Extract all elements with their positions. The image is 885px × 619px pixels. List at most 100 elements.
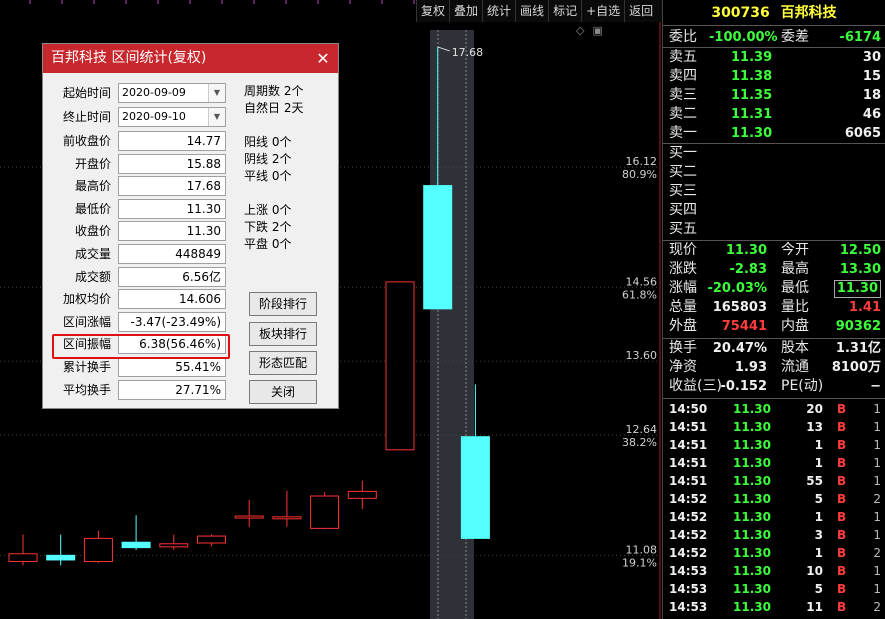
candle-7[interactable] — [272, 490, 302, 527]
stat-label-right: 流通 — [781, 359, 809, 375]
stat-text-2: 阳线 0个 — [244, 135, 292, 149]
bid-label: 买二 — [669, 164, 697, 180]
window-icon[interactable]: ▣ — [592, 24, 602, 37]
stat-label-right: PE(动) — [781, 378, 824, 394]
pct-label-0: 80.9% — [622, 168, 657, 181]
tick-time: 14:53 — [669, 582, 708, 596]
ask-price: 11.30 — [731, 126, 773, 141]
tick-volume: 3 — [814, 528, 823, 542]
tick-row: 14:51 11.30 55 B 1 — [669, 472, 881, 490]
chevron-down-icon[interactable]: ▼ — [208, 84, 225, 102]
price-label-4: 11.08 — [626, 543, 658, 556]
candle-2[interactable] — [83, 530, 113, 564]
date-value: 2020-09-09 — [122, 86, 186, 99]
bid-label: 买三 — [669, 183, 697, 199]
diamond-icon[interactable]: ◇ — [576, 24, 584, 37]
field-value-9: 14.606 — [118, 289, 226, 310]
candle-5[interactable] — [197, 534, 226, 547]
tick-price: 11.30 — [733, 438, 771, 452]
stage-rank-button[interactable]: 阶段排行 — [249, 292, 317, 316]
candle-3[interactable] — [121, 515, 151, 550]
field-label-10: 区间涨幅 — [62, 314, 111, 329]
tick-price: 11.30 — [733, 564, 771, 578]
candle-10[interactable] — [385, 281, 415, 451]
toolbar-item-2[interactable]: 统计 — [482, 0, 515, 22]
candle-body-11 — [423, 185, 453, 310]
candle-8[interactable] — [310, 492, 340, 530]
stat-value-left: 20.47% — [712, 341, 767, 356]
start-date-picker[interactable]: 2020-09-09 ▼ — [118, 83, 226, 103]
ask-price: 11.39 — [731, 50, 773, 65]
ask-label: 卖三 — [669, 87, 697, 103]
stat-label-right: 股本 — [781, 340, 809, 356]
ask-label: 卖五 — [669, 49, 697, 65]
quote-stat-row-0: 现价 11.30 今开 12.50 — [669, 241, 881, 260]
field-value-5: 11.30 — [118, 198, 226, 219]
candle-body-12 — [460, 436, 490, 539]
stat-text-6: 下跌 2个 — [244, 220, 292, 234]
sector-rank-button[interactable]: 板块排行 — [249, 322, 317, 346]
price-label-1: 14.56 — [626, 275, 658, 288]
candle-9[interactable] — [347, 480, 377, 510]
bid-row-0: 买一 — [669, 144, 881, 163]
tick-count: 1 — [873, 510, 881, 524]
tick-side: B — [837, 582, 847, 596]
candle-1[interactable] — [46, 534, 76, 566]
chevron-down-icon[interactable]: ▼ — [208, 108, 225, 126]
toolbar-item-1[interactable]: 叠加 — [449, 0, 482, 22]
close-button[interactable]: 关闭 — [249, 380, 317, 404]
stock-code: 300736 — [711, 5, 770, 21]
weicha-value: -6174 — [839, 30, 881, 45]
tick-side: B — [837, 546, 847, 560]
end-date-picker[interactable]: 2020-09-10 ▼ — [118, 107, 226, 127]
pattern-match-button[interactable]: 形态匹配 — [249, 351, 317, 375]
candle-6[interactable] — [234, 499, 264, 527]
tick-volume: 13 — [806, 420, 823, 434]
close-icon[interactable]: ✕ — [314, 44, 332, 73]
pct-label-3: 38.2% — [622, 436, 657, 449]
stat-label-left: 净资 — [669, 359, 697, 375]
tick-count: 1 — [873, 456, 881, 470]
stat-value-left: -0.152 — [720, 379, 767, 394]
toolbar-item-5[interactable]: +自选 — [581, 0, 624, 22]
tick-volume: 20 — [806, 402, 823, 416]
stat-label-right: 最低 — [781, 280, 809, 296]
quote-stat-row-1: 涨跌 -2.83 最高 13.30 — [669, 260, 881, 279]
toolbar-item-0[interactable]: 复权 — [416, 0, 449, 22]
field-label-0: 起始时间 — [62, 86, 111, 100]
candle-4[interactable] — [159, 534, 189, 550]
ask-volume: 30 — [862, 50, 881, 65]
pct-label-4: 19.1% — [622, 556, 657, 569]
tick-volume: 5 — [814, 582, 823, 596]
dialog-title-bar[interactable]: 百邦科技 区间统计(复权) ✕ — [43, 44, 338, 73]
stat-label-left: 收益(三) — [669, 378, 722, 394]
toolbar-item-6[interactable]: 返回 — [624, 0, 657, 22]
tick-time: 14:51 — [669, 456, 708, 470]
tick-time: 14:51 — [669, 474, 708, 488]
weibi-value: -100.00% — [709, 30, 778, 45]
ask-row-1: 卖四 11.38 15 — [669, 67, 881, 86]
candle-body-2 — [83, 537, 113, 562]
tick-volume: 1 — [814, 456, 823, 470]
stat-value-left: 1.93 — [734, 360, 767, 375]
candle-body-4 — [159, 543, 189, 548]
tick-count: 1 — [873, 474, 881, 488]
tick-volume: 5 — [814, 492, 823, 506]
stat-value-right: 11.30 — [833, 280, 881, 298]
candle-0[interactable] — [8, 534, 38, 566]
toolbar-item-4[interactable]: 标记 — [548, 0, 581, 22]
date-value: 2020-09-10 — [122, 110, 186, 123]
quote-stat-row-6: 净资 1.93 流通 8100万 — [669, 358, 881, 377]
tick-side: B — [837, 402, 847, 416]
tick-side: B — [837, 510, 847, 524]
chart-toolbar: 复权 叠加 统计 画线 标记 +自选 返回 — [416, 0, 662, 22]
field-value-2: 14.77 — [118, 131, 226, 151]
field-label-2: 前收盘价 — [62, 134, 111, 148]
stat-value-right: 8100万 — [831, 360, 881, 375]
quote-panel: 300736 百邦科技 委比 -100.00% 委差 -6174 卖五 11.39 30 卖四… — [662, 0, 885, 619]
ask-volume: 18 — [862, 88, 881, 103]
stat-value-right: 1.41 — [848, 300, 881, 315]
tick-count: 1 — [873, 402, 881, 416]
field-label-5: 最低价 — [74, 201, 111, 216]
toolbar-item-3[interactable]: 画线 — [515, 0, 548, 22]
